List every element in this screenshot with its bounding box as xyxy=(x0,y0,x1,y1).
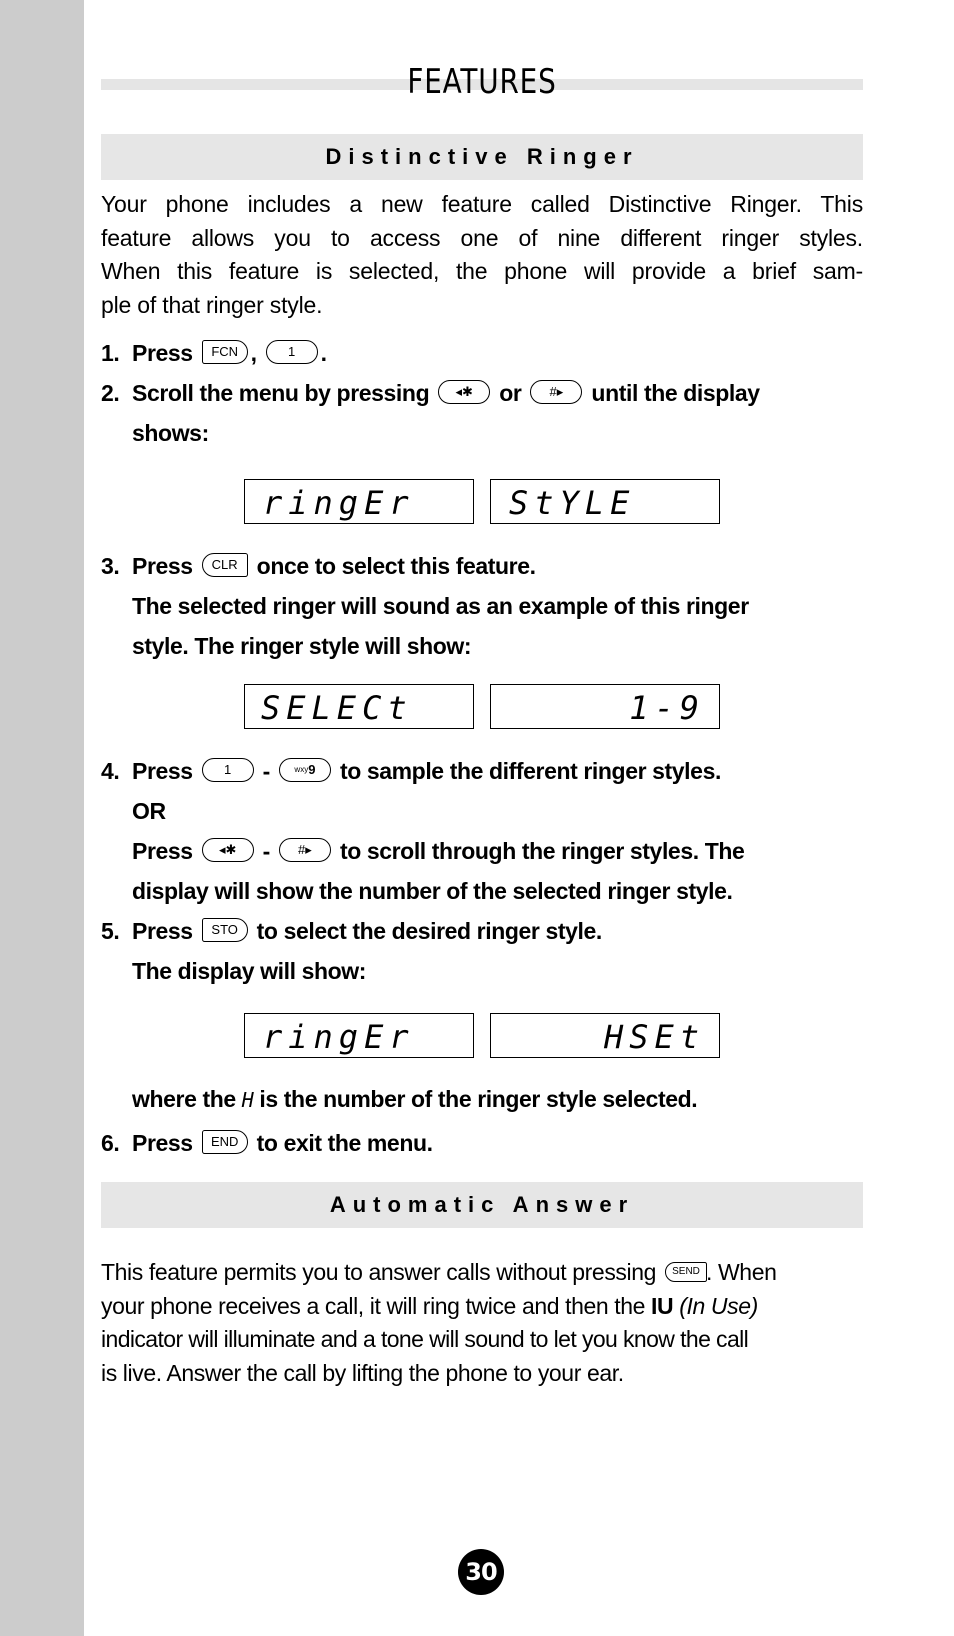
step-number: 4. xyxy=(101,758,120,784)
para-line: This feature permits you to answer calls… xyxy=(101,1256,863,1290)
step-text: - xyxy=(262,838,271,864)
step-4-alt: Press ◂✱ - #▸ to scroll through the ring… xyxy=(132,837,745,865)
send-key-icon: SEND xyxy=(665,1261,708,1282)
para-line: is live. Answer the call by lifting the … xyxy=(101,1359,624,1386)
key-9-icon: wxy 9 xyxy=(278,757,331,782)
step-text: to exit the menu. xyxy=(256,1130,433,1156)
step-3-line-2: The selected ringer will sound as an exa… xyxy=(132,593,749,619)
page-margin-sidebar xyxy=(0,0,84,1636)
step-number: 6. xyxy=(101,1130,120,1156)
section-heading-distinctive-ringer: Distinctive Ringer xyxy=(101,134,863,180)
lcd-text-xset: HSEt xyxy=(603,1018,705,1056)
key-digit: 9 xyxy=(308,762,316,778)
star-left-key-icon: ◂✱ xyxy=(201,837,254,862)
step-5: 5. Press STO to select the desired ringer… xyxy=(101,917,603,945)
iu-indicator-label: IU xyxy=(651,1292,674,1319)
intro-line: Your phone includes a new feature called… xyxy=(101,191,863,217)
step-text: Press xyxy=(132,918,193,944)
lcd-text: StYLE xyxy=(509,484,635,522)
step-text: Press xyxy=(132,758,193,784)
intro-line: ple of that ringer style. xyxy=(101,291,323,318)
para-text: This feature permits you to answer calls… xyxy=(101,1259,657,1285)
lcd-text-ringer: ringEr xyxy=(263,484,415,522)
lcd-text: ringEr xyxy=(263,484,415,522)
step-text: to sample the different ringer styles. xyxy=(339,758,721,784)
step-text: once to select this feature. xyxy=(256,553,536,579)
lcd-display-right: HSEt xyxy=(490,1013,720,1058)
page-header: FEATURES xyxy=(101,60,863,110)
lcd-text: HSEt xyxy=(603,1018,705,1056)
para-line: indicator will illuminate and a tone wil… xyxy=(101,1326,749,1352)
page-number-badge: 30 xyxy=(458,1549,504,1595)
automatic-answer-paragraph: This feature permits you to answer calls… xyxy=(101,1256,863,1390)
step-5-note: where the H is the number of the ringer … xyxy=(132,1086,698,1113)
lcd-display-left: ringEr xyxy=(244,479,474,524)
step-text: to scroll through the ringer styles. The xyxy=(339,838,745,864)
step-3-line-3: style. The ringer style will show: xyxy=(132,633,472,659)
clr-key-icon: CLR xyxy=(201,552,248,577)
step-number: 1. xyxy=(101,340,120,366)
step-2-cont: shows: xyxy=(132,420,209,446)
lcd-text-style: StYLE xyxy=(509,484,635,522)
step-text: Press xyxy=(132,553,193,579)
intro-line: When this feature is selected, the phone… xyxy=(101,258,863,284)
lcd-text-ringer: ringEr xyxy=(263,1018,415,1056)
page-title: FEATURES xyxy=(407,62,557,102)
step-text: Press xyxy=(132,838,193,864)
step-text: Press xyxy=(132,340,193,366)
para-text: (In Use) xyxy=(679,1292,758,1319)
step-text: , xyxy=(250,340,257,366)
step-text: or xyxy=(499,380,522,406)
sto-key-icon: STO xyxy=(201,917,248,942)
lcd-text-select: SELECt xyxy=(261,689,413,727)
lcd-display-right: 1-9 xyxy=(490,684,720,729)
step-4-line-3: display will show the number of the sele… xyxy=(132,878,733,904)
lcd-text-range: 1-9 xyxy=(629,689,705,727)
pound-right-key-icon: #▸ xyxy=(278,837,331,862)
fcn-key-icon: FCN xyxy=(201,339,248,364)
step-2: 2. Scroll the menu by pressing ◂✱ or #▸ u… xyxy=(101,379,760,407)
section-heading-automatic-answer: Automatic Answer xyxy=(101,1182,863,1228)
key-letters: wxy xyxy=(294,765,309,775)
lcd-placeholder-symbol: H xyxy=(241,1088,254,1112)
end-key-icon: END xyxy=(201,1129,248,1154)
para-text: . When xyxy=(706,1259,777,1285)
para-text: your phone receives a call, it will ring… xyxy=(101,1292,646,1319)
key-1-icon: 1 xyxy=(201,757,254,782)
lcd-display-left: ringEr xyxy=(244,1013,474,1058)
lcd-text: ringEr xyxy=(263,1018,415,1056)
step-text: to select the desired ringer style. xyxy=(256,918,603,944)
step-1: 1. Press FCN, 1. xyxy=(101,339,327,367)
key-1-icon: 1 xyxy=(265,339,318,364)
step-text: . xyxy=(320,340,327,366)
lcd-display-right: StYLE xyxy=(490,479,720,524)
step-text: Scroll the menu by pressing xyxy=(132,380,430,406)
step-number: 5. xyxy=(101,918,120,944)
lcd-text: 1-9 xyxy=(629,689,705,727)
lcd-text: SELECt xyxy=(261,689,413,727)
pound-right-key-icon: #▸ xyxy=(530,379,583,404)
step-text: Press xyxy=(132,1130,193,1156)
step-text: - xyxy=(262,758,271,784)
intro-paragraph: Your phone includes a new feature called… xyxy=(101,188,863,322)
step-6: 6. Press END to exit the menu. xyxy=(101,1129,433,1157)
step-3: 3. Press CLR once to select this feature. xyxy=(101,552,536,580)
step-4-or: OR xyxy=(132,798,166,824)
step-number: 3. xyxy=(101,553,120,579)
lcd-display-left: SELECt xyxy=(244,684,474,729)
step-text: until the display xyxy=(591,380,760,406)
step-5-line-2: The display will show: xyxy=(132,958,367,984)
para-line: your phone receives a call, it will ring… xyxy=(101,1290,863,1324)
intro-line: feature allows you to access one of nine… xyxy=(101,224,863,251)
step-number: 2. xyxy=(101,380,120,406)
step-text: where the xyxy=(132,1086,236,1112)
step-text: is the number of the ringer style select… xyxy=(259,1086,698,1112)
step-4: 4. Press 1 - wxy 9 to sample the different… xyxy=(101,757,721,785)
star-left-key-icon: ◂✱ xyxy=(438,379,491,404)
